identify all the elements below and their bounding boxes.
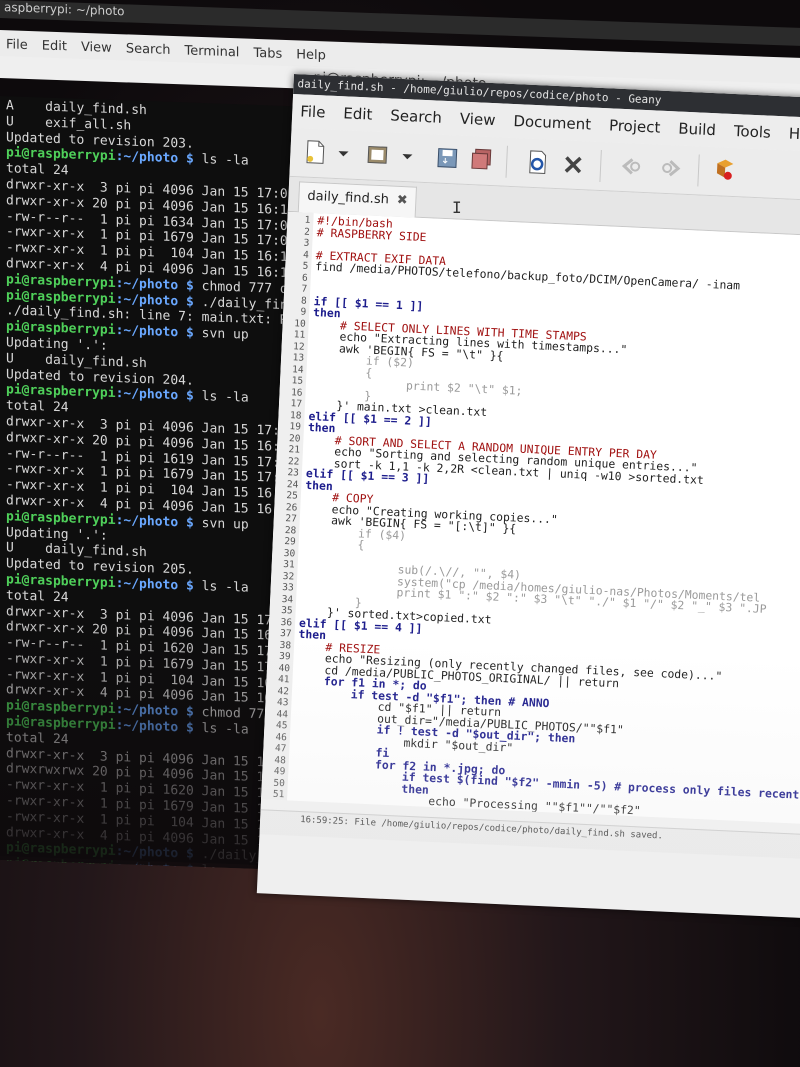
geany-window[interactable]: daily_find.sh - /home/giulio/repos/codic… (256, 74, 800, 922)
terminal-menu-item[interactable]: File (6, 37, 28, 53)
geany-menu-item[interactable]: Document (513, 112, 591, 134)
chevron-down-icon[interactable] (396, 143, 413, 170)
terminal-menu-item[interactable]: Terminal (184, 43, 239, 60)
close-icon[interactable] (562, 150, 585, 177)
code-line-text: { (302, 534, 365, 552)
geany-menu-item[interactable]: Tools (733, 122, 771, 142)
terminal-text: total 24 (6, 730, 69, 748)
geany-menu-item[interactable]: File (300, 102, 326, 121)
prompt-path: :~/photo $ (115, 323, 194, 341)
open-file-icon[interactable] (366, 141, 389, 168)
chevron-down-icon[interactable] (332, 140, 349, 167)
compile-icon[interactable] (713, 157, 736, 184)
prompt-path: :~/photo $ (115, 291, 194, 310)
prompt-path: :~/photo $ (115, 702, 194, 721)
prompt-path: :~/photo $ (115, 718, 194, 736)
navigate-forward-icon[interactable] (660, 155, 683, 182)
prompt-path: :~/photo $ (115, 860, 194, 879)
terminal-text: ls -la (193, 389, 249, 407)
terminal-text: ls (193, 863, 218, 879)
terminal-menu-item[interactable]: View (81, 40, 112, 56)
toolbar-separator (697, 154, 700, 187)
code-text[interactable]: #!/bin/bash # RASPBERRY SIDE # EXTRACT EXI… (290, 213, 800, 827)
code-editor[interactable]: 1 2 3 4 5 6 7 8 9 10 11 12 13 14 15 16 17 18 19 20 21 22 23 24 2… (261, 211, 800, 828)
photo-scene: aspberrypi: ~/photo File Edit View Search Te… (0, 0, 800, 1067)
tab-label: daily_find.sh (307, 188, 390, 208)
toolbar-separator (505, 145, 508, 178)
save-all-icon[interactable] (470, 146, 493, 173)
prompt-path: :~/photo $ (115, 275, 194, 294)
reload-icon[interactable] (526, 149, 549, 176)
terminal-text: svn up (193, 325, 249, 343)
prompt-path: :~/photo $ (115, 575, 194, 594)
geany-menu-item[interactable]: View (459, 110, 495, 130)
terminal-text: total 24 (6, 161, 69, 179)
terminal-text: ls -la (193, 720, 249, 738)
geany-menu-item[interactable]: Search (390, 106, 442, 126)
prompt-path: :~/photo $ (115, 149, 194, 168)
geany-menu-item[interactable]: Edit (343, 104, 373, 123)
terminal-text: ls -la (193, 152, 249, 170)
toolbar-separator (599, 149, 602, 183)
prompt-path: :~/photo $ (115, 512, 194, 531)
terminal-text: total 24 (6, 398, 69, 416)
terminal-text: ls -la (193, 578, 249, 596)
terminal-menu-item[interactable]: Search (126, 41, 171, 58)
prompt-path: :~/photo $ (115, 386, 194, 405)
prompt-path: :~/photo $ (115, 844, 194, 863)
terminal-menu-item[interactable]: Help (296, 47, 326, 63)
navigate-back-icon[interactable] (620, 153, 643, 180)
geany-menu-item[interactable]: Project (609, 116, 661, 136)
geany-menu-item[interactable]: Build (678, 119, 716, 139)
terminal-menu-item[interactable]: Edit (42, 38, 67, 54)
geany-menu-item[interactable]: Help (788, 125, 800, 145)
save-icon[interactable] (436, 145, 459, 172)
terminal-menu-item[interactable]: Tabs (253, 46, 282, 62)
tab-close-icon[interactable]: ✖ (397, 193, 409, 208)
text-cursor-icon: I (452, 198, 462, 217)
terminal-text: total 24 (6, 587, 69, 606)
terminal-text: svn up (193, 515, 249, 533)
new-file-icon[interactable] (304, 139, 327, 166)
prompt-user: pi@raspberrypi (6, 856, 116, 876)
